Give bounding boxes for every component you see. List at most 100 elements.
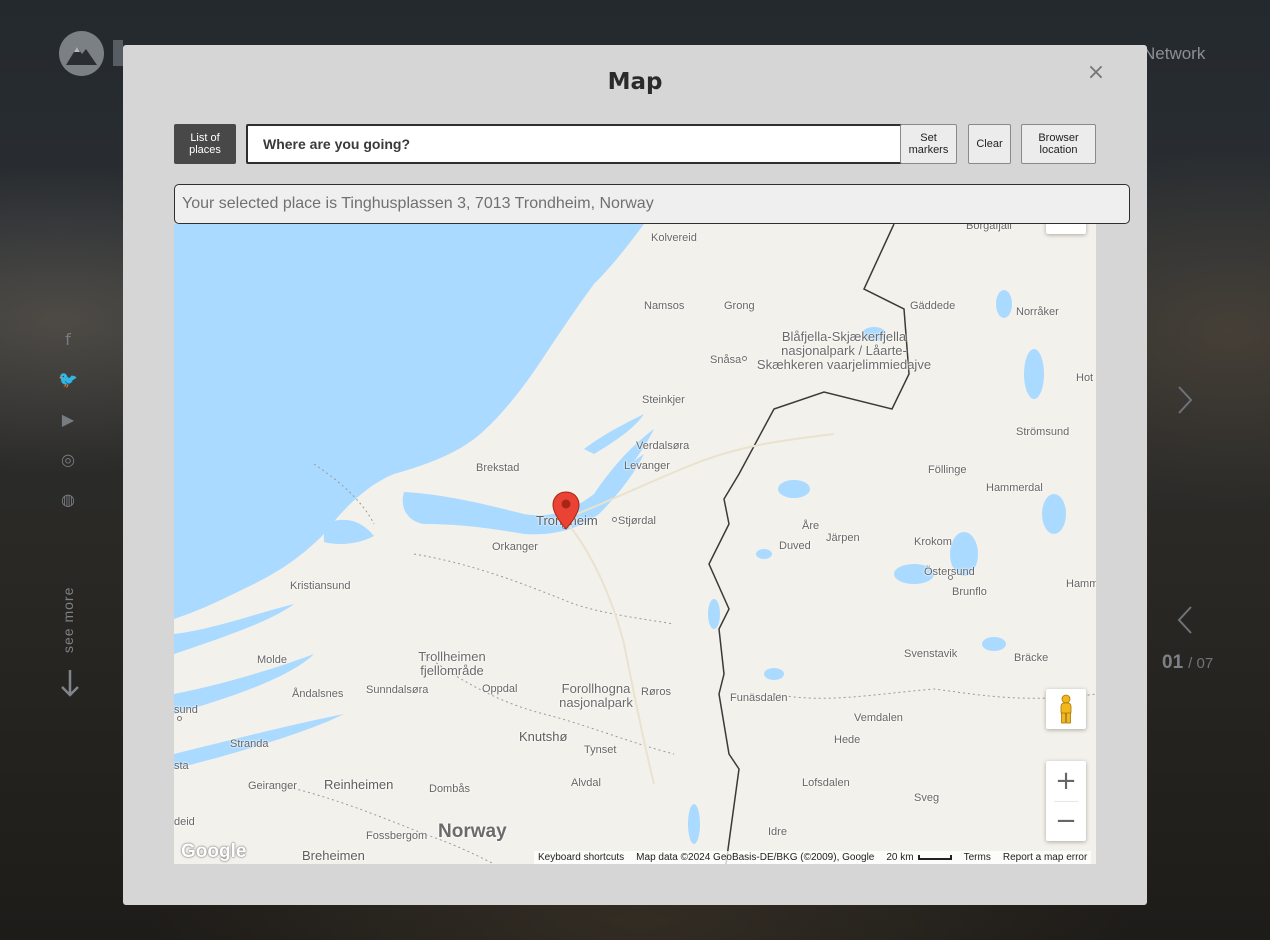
close-icon[interactable]: × [1085, 62, 1107, 84]
slide-counter: 01 / 07 [1162, 652, 1213, 674]
map-label-kristiansund: Kristiansund [290, 580, 351, 592]
map-label-knutsho: Knutshø [519, 729, 568, 744]
map-label-krokom: Krokom [914, 536, 952, 548]
map-label-steinkjer: Steinkjer [642, 394, 685, 406]
map-label-hammerdal: Hammerdal [986, 482, 1043, 494]
map-label-tynset: Tynset [584, 744, 617, 756]
map-label-idre: Idre [768, 826, 787, 838]
map-label-svenstavik: Svenstavik [904, 648, 958, 660]
twitter-icon[interactable]: 🐦 [58, 370, 78, 390]
google-logo[interactable]: Google [181, 841, 246, 863]
map-label-roros: Røros [641, 686, 671, 698]
see-more-label: see more [60, 586, 76, 653]
map-label-breheimen: Breheimen [302, 848, 365, 863]
map-label-verdalsora: Verdalsøra [636, 440, 690, 452]
dribbble-icon[interactable]: ◍ [58, 490, 78, 510]
nav-item-network[interactable]: Network [1143, 44, 1205, 64]
zoom-control: + − [1046, 761, 1086, 841]
map-label-deid: deid [174, 816, 195, 828]
zoom-out-button[interactable]: − [1046, 801, 1086, 841]
set-markers-button[interactable]: Set markers [900, 124, 957, 164]
list-of-places-button[interactable]: List of places [174, 124, 236, 164]
keyboard-shortcuts-link[interactable]: Keyboard shortcuts [538, 851, 624, 864]
fullscreen-button[interactable] [1046, 224, 1086, 234]
facebook-icon[interactable]: f [58, 330, 78, 350]
map-label-alvdal: Alvdal [571, 777, 601, 789]
map-label-national-park: Blåfjella-Skjækerfjella nasjonalpark / L… [756, 329, 932, 372]
prev-slide-chevron-icon[interactable] [1176, 604, 1194, 640]
zoom-in-button[interactable]: + [1046, 761, 1086, 801]
map-data-text: Map data ©2024 GeoBasis-DE/BKG (©2009), … [636, 852, 875, 863]
map-label-are: Åre [802, 520, 820, 532]
map-label-fossbergom: Fossbergom [366, 830, 428, 842]
youtube-icon[interactable]: ▶ [58, 410, 78, 430]
map-label-forollhogna: Forollhogna nasjonalpark [559, 681, 633, 710]
next-slide-chevron-icon[interactable] [1176, 384, 1194, 420]
scale-label: 20 km [886, 852, 914, 863]
map-label-norraker: Norråker [1016, 306, 1059, 318]
map-label-gaddede: Gäddede [910, 300, 956, 312]
social-links: f 🐦 ▶ ◎ ◍ [58, 330, 82, 530]
map-label-hot: Hot [1076, 372, 1094, 384]
browser-location-button[interactable]: Browser location [1021, 124, 1096, 164]
place-search-input[interactable] [246, 124, 905, 164]
map-label-dombas: Dombås [429, 783, 470, 795]
map-label-brekstad: Brekstad [476, 462, 520, 474]
map-label-molde: Molde [257, 654, 287, 666]
map-label-namsos: Namsos [644, 300, 685, 312]
map-label-sunndalsora: Sunndalsøra [366, 684, 429, 696]
site-logo-text [113, 40, 123, 66]
scale-bar-line [917, 855, 952, 860]
map-base-layer [174, 224, 1096, 864]
map-label-jarpen: Järpen [826, 532, 860, 544]
map-label-snasa: Snåsa [710, 354, 742, 366]
map-label-levanger: Levanger [624, 460, 670, 472]
mountain-logo-icon [66, 47, 97, 65]
scale-bar[interactable]: 20 km [886, 851, 952, 864]
map-modal: Map × List of places Set markers Clear B… [123, 45, 1147, 905]
map-label-sund: sund [174, 704, 198, 716]
city-dot [612, 517, 617, 522]
map-label-borgafjall: Borgafjäll [966, 224, 1012, 232]
map-label-grong: Grong [724, 300, 755, 312]
site-logo[interactable] [59, 31, 104, 76]
selected-place-field[interactable]: Your selected place is Tinghusplassen 3,… [174, 184, 1130, 224]
map-attribution-bar: Keyboard shortcuts Map data ©2024 GeoBas… [534, 851, 1092, 864]
modal-title: Map [607, 69, 663, 95]
map-label-andalsnes: Åndalsnes [292, 688, 344, 700]
instagram-icon[interactable]: ◎ [58, 450, 78, 470]
see-more-link[interactable]: see more [58, 575, 82, 655]
map-label-oppdal: Oppdal [482, 683, 518, 695]
report-map-error-link[interactable]: Report a map error [1003, 851, 1087, 864]
map-label-hede: Hede [834, 734, 861, 746]
map-label-hamm: Hamm [1066, 578, 1096, 590]
arrow-down-icon[interactable] [60, 668, 80, 705]
map-label-funasdalen: Funäsdalen [730, 692, 788, 704]
map-label-brunflo: Brunflo [952, 586, 987, 598]
clear-button[interactable]: Clear [968, 124, 1011, 164]
city-dot [948, 575, 953, 580]
map-label-orkanger: Orkanger [492, 541, 538, 553]
map-label-vemdalen: Vemdalen [854, 712, 903, 724]
map-label-sveg: Sveg [914, 792, 940, 804]
map-label-lofsdalen: Lofsdalen [802, 777, 850, 789]
terms-link[interactable]: Terms [964, 851, 991, 864]
map-label-duved: Duved [779, 540, 811, 552]
map-label-norway: Norway [438, 821, 507, 842]
slide-total: / 07 [1188, 655, 1214, 672]
map-canvas[interactable]: Kolvereid Borgafjäll Namsos Grong Gädded… [174, 224, 1096, 864]
map-label-trollheimen: Trollheimen fjellområde [418, 649, 486, 678]
map-label-sta: sta [174, 760, 189, 772]
slide-current: 01 [1162, 652, 1184, 673]
map-label-stromsund: Strömsund [1016, 426, 1070, 438]
map-label-geiranger: Geiranger [248, 780, 297, 792]
map-label-kolvereid: Kolvereid [651, 232, 697, 244]
map-label-stjordal: Stjørdal [618, 515, 656, 527]
zoom-divider [1054, 801, 1078, 802]
map-label-follinge: Föllinge [928, 464, 967, 476]
map-label-reinheimen: Reinheimen [324, 777, 394, 792]
city-dot [177, 716, 182, 721]
street-view-pegman-icon[interactable] [1046, 689, 1086, 729]
location-marker-icon[interactable] [552, 491, 580, 531]
map-label-stranda: Stranda [230, 738, 269, 750]
